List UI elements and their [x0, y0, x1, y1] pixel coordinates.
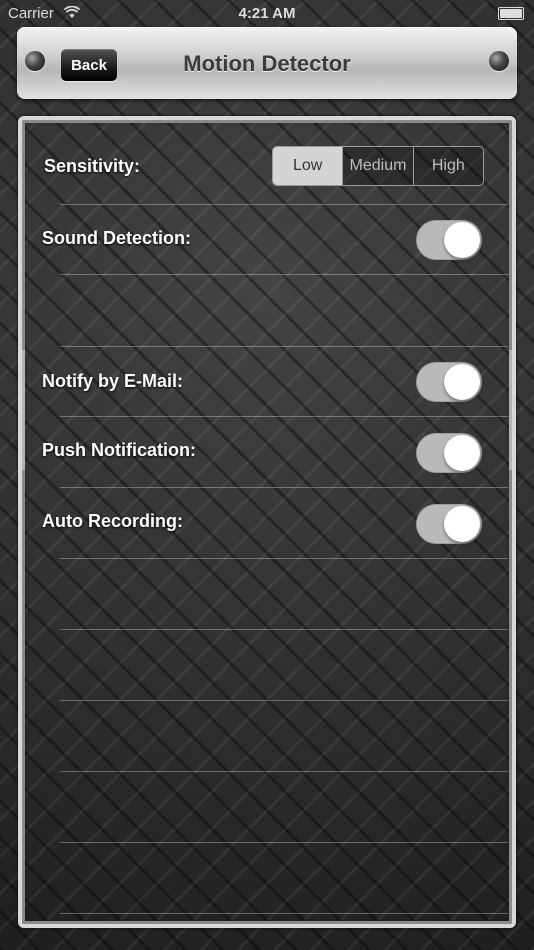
push-notification-label: Push Notification: — [42, 440, 196, 460]
auto-recording-label: Auto Recording: — [42, 511, 183, 531]
auto-recording-toggle[interactable] — [416, 504, 482, 544]
toggle-knob — [444, 364, 480, 400]
row-divider — [60, 204, 508, 205]
toggle-knob — [444, 435, 480, 471]
navigation-bar: Back Motion Detector — [17, 27, 517, 99]
row-divider — [60, 346, 508, 347]
segment-low[interactable]: Low — [273, 147, 344, 185]
row-divider — [60, 416, 508, 417]
toggle-knob — [444, 506, 480, 542]
scrollbar[interactable] — [22, 350, 25, 470]
push-notification-toggle[interactable] — [416, 433, 482, 473]
scrollbar[interactable] — [509, 350, 512, 470]
row-divider — [60, 629, 508, 630]
bolt-icon — [489, 51, 509, 71]
row-divider — [60, 913, 508, 914]
settings-panel: Sensitivity: Low Medium High Sound Detec… — [18, 116, 516, 928]
status-time: 4:21 AM — [238, 5, 296, 22]
row-divider — [60, 274, 508, 275]
notify-email-toggle[interactable] — [416, 362, 482, 402]
segment-medium[interactable]: Medium — [343, 147, 414, 185]
battery-icon — [498, 7, 524, 20]
row-divider — [60, 487, 508, 488]
row-divider — [60, 558, 508, 559]
row-divider — [60, 700, 508, 701]
notify-email-label: Notify by E-Mail: — [42, 371, 184, 391]
row-divider — [60, 771, 508, 772]
segment-high[interactable]: High — [414, 147, 483, 185]
page-title: Motion Detector — [183, 51, 351, 76]
row-divider — [60, 842, 508, 843]
status-bar: Carrier 4:21 AM — [0, 0, 534, 28]
sensitivity-segmented-control[interactable]: Low Medium High — [272, 146, 484, 186]
sound-detection-label: Sound Detection: — [42, 228, 191, 248]
toggle-knob — [444, 222, 480, 258]
sound-detection-toggle[interactable] — [416, 220, 482, 260]
sensitivity-label: Sensitivity: — [44, 156, 141, 176]
